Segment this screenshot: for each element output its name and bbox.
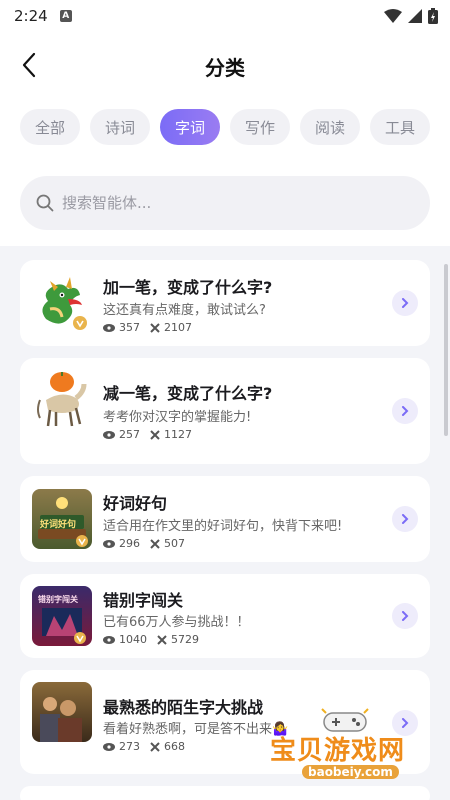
tab-all[interactable]: 全部: [20, 109, 80, 145]
category-tabs: 全部 诗词 字词 写作 阅读 工具: [20, 109, 430, 145]
list-item[interactable]: 好词好句 好词好句 适合用在作文里的好词好句，快背下来吧! 296 507: [20, 476, 430, 562]
watermark-text: 宝贝游戏网: [270, 736, 406, 766]
thumbnail-text: 错别字闯关: [38, 595, 78, 604]
list-item[interactable]: 加一笔，变成了什么字? 这还真有点难度，敢试试么? 357 2107: [20, 260, 430, 346]
tools-icon: [150, 322, 160, 333]
eye-icon: [103, 539, 115, 548]
uses-count: 5729: [171, 633, 199, 646]
list-item[interactable]: 错别字闯关 错别字闯关 已有66万人参与挑战！！ 1040 5729: [20, 574, 430, 658]
open-button[interactable]: [392, 506, 418, 532]
open-button[interactable]: [392, 398, 418, 424]
item-title: 加一笔，变成了什么字?: [103, 278, 273, 297]
views-count: 257: [119, 428, 140, 441]
item-desc: 适合用在作文里的好词好句，快背下来吧!: [103, 519, 343, 534]
tab-poetry[interactable]: 诗词: [90, 109, 150, 145]
game-poster-thumbnail: 错别字闯关: [32, 586, 92, 646]
scrollbar[interactable]: [444, 264, 448, 436]
open-button[interactable]: [392, 603, 418, 629]
tab-tools[interactable]: 工具: [370, 109, 430, 145]
thumbnail-text: 好词好句: [40, 520, 77, 530]
eye-icon: [103, 635, 115, 644]
open-button[interactable]: [392, 290, 418, 316]
search-icon: [36, 194, 54, 212]
chevron-right-icon: [402, 611, 409, 621]
views-count: 357: [119, 321, 140, 334]
views-count: 273: [119, 740, 140, 753]
list-item[interactable]: 减一笔，变成了什么字? 考考你对汉字的掌握能力! 257 1127: [20, 358, 430, 464]
battery-icon: [428, 8, 438, 24]
list-item[interactable]: [20, 786, 430, 800]
tools-icon: [157, 634, 167, 645]
notification-icon: A: [59, 10, 72, 22]
wifi-icon: [384, 9, 402, 23]
item-stats: 257 1127: [103, 428, 202, 441]
uses-count: 507: [164, 537, 185, 550]
tab-words[interactable]: 字词: [160, 109, 220, 145]
eye-icon: [103, 742, 115, 751]
item-stats: 273 668: [103, 740, 195, 753]
tab-reading[interactable]: 阅读: [300, 109, 360, 145]
item-desc: 考考你对汉字的掌握能力!: [103, 410, 252, 425]
eye-icon: [103, 430, 115, 439]
tools-icon: [150, 741, 160, 752]
tools-icon: [150, 429, 160, 440]
item-stats: 296 507: [103, 537, 195, 550]
status-icons: [384, 8, 438, 24]
uses-count: 2107: [164, 321, 192, 334]
watermark-url: baobeiy.com: [302, 765, 399, 779]
item-desc: 已有66万人参与挑战！！: [103, 615, 250, 630]
chevron-right-icon: [402, 514, 409, 524]
search-bar[interactable]: [20, 176, 430, 230]
crowd-thumbnail: [32, 682, 92, 742]
chevron-right-icon: [402, 298, 409, 308]
book-thumbnail: 好词好句: [32, 489, 92, 549]
dragon-thumbnail: [32, 273, 92, 333]
signal-icon: [408, 9, 422, 23]
uses-count: 668: [164, 740, 185, 753]
chevron-right-icon: [402, 406, 409, 416]
status-bar: 2:24 A: [0, 0, 450, 32]
item-desc: 看着好熟悉啊，可是答不出来🤷‍♀️: [103, 722, 289, 737]
item-desc: 这还真有点难度，敢试试么?: [103, 303, 266, 318]
views-count: 1040: [119, 633, 147, 646]
search-input[interactable]: [62, 194, 392, 212]
page-title: 分类: [205, 56, 245, 80]
item-title: 错别字闯关: [103, 591, 184, 610]
item-stats: 1040 5729: [103, 633, 209, 646]
item-title: 减一笔，变成了什么字?: [103, 384, 273, 403]
tools-icon: [150, 538, 160, 549]
item-title: 好词好句: [103, 494, 168, 513]
pumpkin-horse-thumbnail: [32, 370, 92, 430]
watermark-logo: 宝贝游戏网 baobeiy.com: [270, 705, 430, 785]
uses-count: 1127: [164, 428, 192, 441]
eye-icon: [103, 323, 115, 332]
item-stats: 357 2107: [103, 321, 202, 334]
tab-writing[interactable]: 写作: [230, 109, 290, 145]
item-title: 最熟悉的陌生字大挑战: [103, 698, 264, 717]
header: 分类: [0, 40, 450, 92]
views-count: 296: [119, 537, 140, 550]
status-time: 2:24: [14, 7, 48, 25]
